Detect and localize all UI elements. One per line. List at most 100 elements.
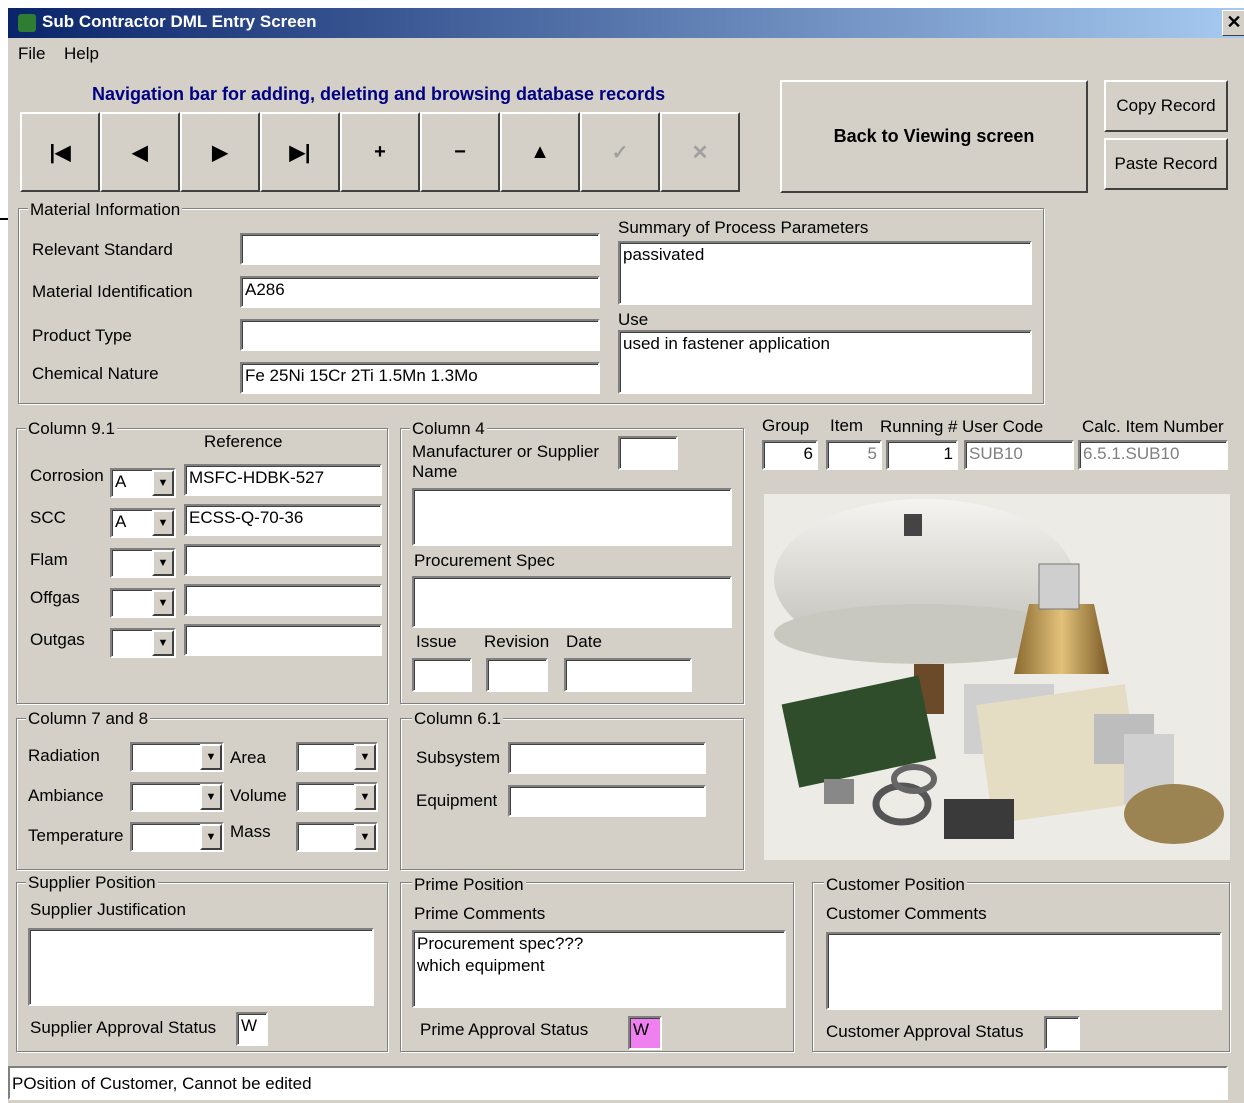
- chevron-down-icon[interactable]: ▼: [152, 510, 174, 536]
- temperature-combo[interactable]: ▼: [130, 822, 224, 852]
- ambiance-combo[interactable]: ▼: [130, 782, 224, 812]
- paste-record-button[interactable]: Paste Record: [1104, 138, 1228, 190]
- customer-approval-status-field[interactable]: [1044, 1016, 1080, 1050]
- manufacturer-code-field[interactable]: [618, 436, 678, 470]
- chevron-down-icon[interactable]: ▼: [200, 784, 222, 810]
- use-field[interactable]: used in fastener application: [618, 330, 1032, 394]
- material-information-label: Material Information: [28, 200, 183, 219]
- user-code-label: User Code: [962, 417, 1044, 436]
- component-photo: [764, 494, 1230, 860]
- revision-label: Revision: [484, 632, 550, 651]
- date-label: Date: [566, 632, 602, 651]
- column-6-1-label: Column 6.1: [412, 709, 503, 728]
- procurement-spec-field[interactable]: [412, 576, 732, 628]
- col91-row-label: Outgas: [30, 630, 85, 649]
- col91-code-combo[interactable]: A ▼: [110, 508, 176, 538]
- user-code-field[interactable]: SUB10: [964, 440, 1074, 470]
- volume-combo[interactable]: ▼: [296, 782, 378, 812]
- date-field[interactable]: [564, 658, 692, 692]
- column-4-label: Column 4: [410, 419, 487, 438]
- product-type-field[interactable]: [240, 319, 600, 351]
- chemical-nature-label: Chemical Nature: [32, 364, 159, 383]
- item-field[interactable]: 5: [826, 440, 882, 470]
- mass-combo[interactable]: ▼: [296, 822, 378, 852]
- equipment-label: Equipment: [416, 791, 498, 810]
- chevron-down-icon[interactable]: ▼: [200, 824, 222, 850]
- prime-approval-status-label: Prime Approval Status: [420, 1020, 589, 1039]
- cancel-edit-button[interactable]: ✕: [660, 112, 740, 192]
- customer-comments-label: Customer Comments: [826, 904, 987, 923]
- reference-label: Reference: [204, 432, 283, 451]
- prime-position-label: Prime Position: [412, 875, 526, 894]
- equipment-field[interactable]: [508, 785, 706, 817]
- material-identification-field[interactable]: A286: [240, 276, 600, 308]
- supplier-justification-field[interactable]: [28, 928, 374, 1006]
- customer-comments-field[interactable]: [826, 932, 1222, 1010]
- running-number-field[interactable]: 1: [886, 440, 958, 470]
- close-icon[interactable]: ✕: [1222, 10, 1244, 36]
- relevant-standard-field[interactable]: [240, 233, 600, 265]
- window-title: Sub Contractor DML Entry Screen: [42, 12, 317, 31]
- menu-file[interactable]: File: [18, 44, 45, 64]
- last-record-button[interactable]: ▶|: [260, 112, 340, 192]
- app-icon: [18, 14, 36, 32]
- col91-code-combo[interactable]: ▼: [110, 588, 176, 618]
- col91-code-combo[interactable]: ▼: [110, 628, 176, 658]
- chevron-down-icon[interactable]: ▼: [152, 470, 174, 496]
- post-edit-button[interactable]: ✓: [580, 112, 660, 192]
- col91-reference-field[interactable]: [184, 544, 382, 576]
- add-record-button[interactable]: +: [340, 112, 420, 192]
- chevron-down-icon[interactable]: ▼: [354, 784, 376, 810]
- previous-record-button[interactable]: ◀: [100, 112, 180, 192]
- supplier-justification-label: Supplier Justification: [30, 900, 186, 919]
- back-to-viewing-button[interactable]: Back to Viewing screen: [780, 80, 1088, 193]
- summary-field[interactable]: passivated: [618, 241, 1032, 305]
- area-combo[interactable]: ▼: [296, 742, 378, 772]
- status-bar: POsition of Customer, Cannot be edited: [8, 1066, 1228, 1100]
- chevron-down-icon[interactable]: ▼: [152, 590, 174, 616]
- relevant-standard-label: Relevant Standard: [32, 240, 173, 259]
- radiation-combo[interactable]: ▼: [130, 742, 224, 772]
- component-photo-image: [764, 494, 1230, 860]
- manufacturer-field[interactable]: [412, 488, 732, 546]
- chevron-down-icon[interactable]: ▼: [152, 550, 174, 576]
- edit-record-button[interactable]: ▲: [500, 112, 580, 192]
- prime-approval-status-field[interactable]: W: [628, 1016, 662, 1050]
- chevron-down-icon[interactable]: ▼: [200, 744, 222, 770]
- summary-label: Summary of Process Parameters: [618, 218, 869, 237]
- prime-comments-label: Prime Comments: [414, 904, 546, 923]
- next-record-button[interactable]: ▶: [180, 112, 260, 192]
- nav-caption: Navigation bar for adding, deleting and …: [92, 84, 666, 104]
- col91-row-label: Corrosion: [30, 466, 104, 485]
- radiation-label: Radiation: [28, 746, 100, 765]
- col91-reference-field[interactable]: MSFC-HDBK-527: [184, 464, 382, 496]
- chevron-down-icon[interactable]: ▼: [152, 630, 174, 656]
- col91-reference-field[interactable]: [184, 584, 382, 616]
- issue-field[interactable]: [412, 658, 472, 692]
- subsystem-field[interactable]: [508, 742, 706, 774]
- col91-reference-field[interactable]: [184, 624, 382, 656]
- area-label: Area: [230, 748, 266, 767]
- prime-comments-field[interactable]: Procurement spec??? which equipment: [412, 930, 786, 1008]
- supplier-approval-status-field[interactable]: W: [236, 1012, 268, 1046]
- menu-help[interactable]: Help: [64, 44, 99, 64]
- col91-row-label: Offgas: [30, 588, 80, 607]
- use-label: Use: [618, 310, 649, 329]
- item-label: Item: [830, 416, 864, 435]
- group-field[interactable]: 6: [762, 440, 818, 470]
- material-identification-label: Material Identification: [32, 282, 193, 301]
- copy-record-button[interactable]: Copy Record: [1104, 80, 1228, 132]
- mass-label: Mass: [230, 822, 271, 841]
- chevron-down-icon[interactable]: ▼: [354, 824, 376, 850]
- delete-record-button[interactable]: −: [420, 112, 500, 192]
- col91-code-combo[interactable]: ▼: [110, 548, 176, 578]
- calc-item-number-field[interactable]: 6.5.1.SUB10: [1078, 440, 1228, 470]
- column-7-8-label: Column 7 and 8: [26, 709, 151, 728]
- first-record-button[interactable]: |◀: [20, 112, 100, 192]
- procurement-spec-label: Procurement Spec: [414, 551, 555, 570]
- revision-field[interactable]: [486, 658, 548, 692]
- col91-reference-field[interactable]: ECSS-Q-70-36: [184, 504, 382, 536]
- col91-code-combo[interactable]: A ▼: [110, 468, 176, 498]
- chevron-down-icon[interactable]: ▼: [354, 744, 376, 770]
- chemical-nature-field[interactable]: Fe 25Ni 15Cr 2Ti 1.5Mn 1.3Mo: [240, 362, 600, 394]
